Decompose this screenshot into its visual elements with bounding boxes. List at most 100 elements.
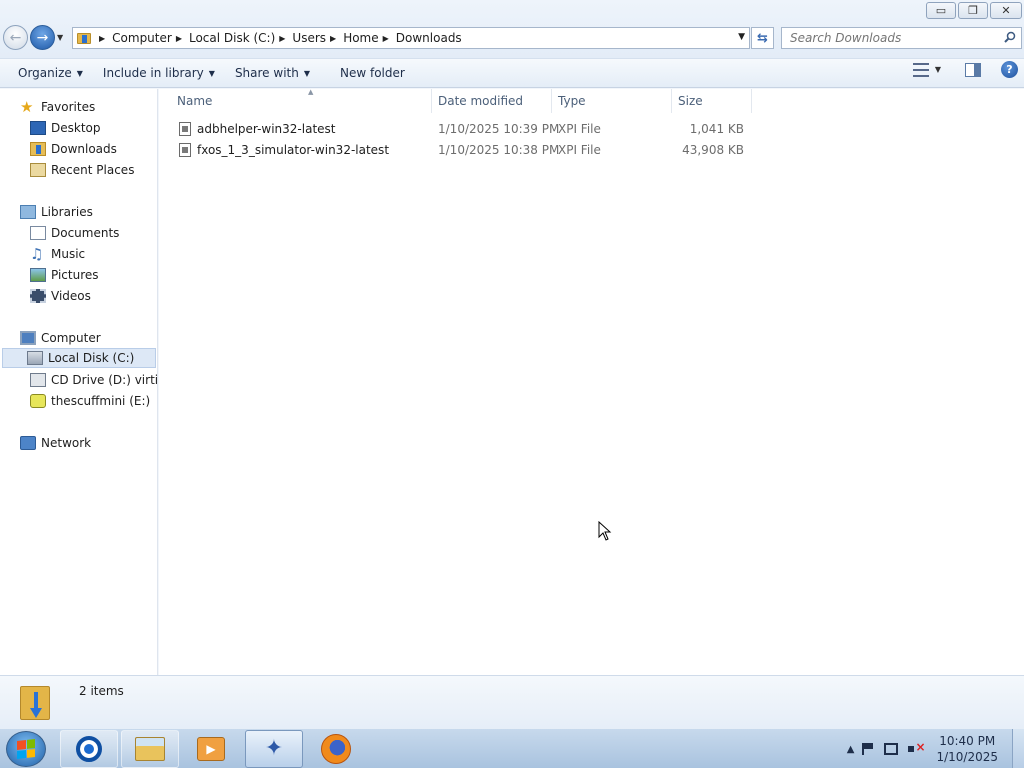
nav-downloads[interactable]: Downloads <box>30 139 117 159</box>
file-name-cell: adbhelper-win32-latest <box>179 119 336 139</box>
network-icon <box>20 436 36 450</box>
search-icon[interactable] <box>1004 31 1016 43</box>
nav-libraries[interactable]: Libraries <box>20 202 93 222</box>
taskbar-firefox[interactable] <box>307 730 365 768</box>
nav-label: Libraries <box>41 205 93 219</box>
back-button[interactable]: ← <box>3 25 28 50</box>
organize-button[interactable]: Organize ▼ <box>8 60 93 86</box>
network-status-icon[interactable] <box>884 743 899 755</box>
breadcrumb-computer[interactable]: Computer <box>112 28 172 48</box>
nav-favorites[interactable]: ★ Favorites <box>20 97 95 117</box>
film-strip-icon <box>30 289 46 303</box>
nav-music[interactable]: ♫ Music <box>30 244 85 264</box>
share-with-label: Share with <box>234 66 299 80</box>
recent-pages-dropdown[interactable]: ▼ <box>57 33 67 42</box>
breadcrumb-local-disk[interactable]: Local Disk (C:) <box>189 28 275 48</box>
column-header-date-modified[interactable]: Date modified <box>432 89 552 113</box>
nav-label: Local Disk (C:) <box>48 351 135 365</box>
media-player-icon: ▶ <box>197 737 225 761</box>
refresh-button[interactable]: ⇆ <box>751 27 774 49</box>
taskbar-chrome[interactable] <box>60 730 118 768</box>
breadcrumb-chevron[interactable]: ▶ <box>275 34 292 43</box>
file-row[interactable]: adbhelper-win32-latest 1/10/2025 10:39 P… <box>173 119 753 139</box>
nav-label: Music <box>51 247 86 261</box>
taskbar-explorer[interactable] <box>121 730 179 768</box>
nav-label: Videos <box>51 289 91 303</box>
system-tray: ▲ 10:40 PM 1/10/2025 <box>847 729 1024 768</box>
navigation-pane: ★ Favorites Desktop Downloads Recent Plac… <box>0 89 158 675</box>
libraries-icon <box>20 205 36 219</box>
change-view-icon[interactable] <box>912 62 929 77</box>
forward-button[interactable]: → <box>30 25 55 50</box>
nav-label: Network <box>41 436 92 450</box>
nav-local-disk[interactable]: Local Disk (C:) <box>2 348 156 368</box>
breadcrumb-chevron[interactable]: ▶ <box>379 34 396 43</box>
xpi-file-icon <box>179 143 191 157</box>
help-icon[interactable]: ? <box>1001 61 1018 78</box>
downloads-folder-icon <box>20 682 54 722</box>
xpi-file-icon <box>179 122 191 136</box>
desktop-icon <box>30 121 46 135</box>
column-header-type[interactable]: Type <box>552 89 672 113</box>
breadcrumb-home[interactable]: Home <box>343 28 378 48</box>
start-button[interactable] <box>6 731 46 767</box>
chevron-down-icon: ▼ <box>303 68 310 78</box>
nav-pictures[interactable]: Pictures <box>30 265 99 285</box>
nav-usb-drive[interactable]: thescuffmini (E:) <box>30 391 150 411</box>
volume-muted-icon[interactable] <box>908 740 926 755</box>
clock-date: 1/10/2025 <box>936 750 998 764</box>
close-button[interactable]: ✕ <box>990 2 1022 19</box>
address-bar[interactable]: ▶ Computer ▶ Local Disk (C:) ▶ Users ▶ H… <box>72 27 750 49</box>
file-size: 43,908 KB <box>682 143 744 157</box>
usb-drive-icon <box>30 394 46 408</box>
address-history-dropdown[interactable]: ▼ <box>738 32 745 42</box>
file-name: fxos_1_3_simulator-win32-latest <box>197 143 390 157</box>
breadcrumb-downloads[interactable]: Downloads <box>396 28 462 48</box>
breadcrumb-users[interactable]: Users <box>292 28 326 48</box>
nav-cd-drive[interactable]: CD Drive (D:) virtio-w <box>30 370 158 390</box>
file-row[interactable]: fxos_1_3_simulator-win32-latest 1/10/202… <box>173 140 753 160</box>
view-options-chevron-icon[interactable]: ▼ <box>935 65 941 74</box>
nav-documents[interactable]: Documents <box>30 223 119 243</box>
file-list: Name ▲ Date modified Type Size adbhelper… <box>159 88 1024 675</box>
nav-network[interactable]: Network <box>20 433 91 453</box>
nav-label: thescuffmini (E:) <box>51 394 151 408</box>
system-clock[interactable]: 10:40 PM 1/10/2025 <box>936 733 998 765</box>
new-folder-button[interactable]: New folder <box>330 60 415 86</box>
nav-videos[interactable]: Videos <box>30 286 91 306</box>
breadcrumb-root-chevron[interactable]: ▶ <box>95 34 112 43</box>
include-in-library-button[interactable]: Include in library ▼ <box>93 60 225 86</box>
chevron-down-icon: ▼ <box>76 68 83 78</box>
breadcrumb-chevron[interactable]: ▶ <box>172 34 189 43</box>
search-input[interactable] <box>790 31 1000 45</box>
nav-desktop[interactable]: Desktop <box>30 118 101 138</box>
nav-recent-places[interactable]: Recent Places <box>30 160 134 180</box>
taskbar-media-player[interactable]: ▶ <box>182 730 240 768</box>
command-bar: Organize ▼ Include in library ▼ Share with… <box>0 58 1024 88</box>
cd-drive-icon <box>30 373 46 387</box>
column-header-size[interactable]: Size <box>672 89 752 113</box>
minimize-button[interactable]: ▭ <box>926 2 956 19</box>
action-center-flag-icon[interactable] <box>862 743 874 755</box>
details-pane: 2 items <box>0 675 1024 728</box>
nav-label: CD Drive (D:) virtio-w <box>51 373 158 387</box>
show-hidden-icons-icon[interactable]: ▲ <box>847 744 855 755</box>
refresh-icon: ⇆ <box>757 30 768 46</box>
taskbar-active-app[interactable]: ✦ <box>245 730 303 768</box>
search-box[interactable] <box>781 27 1022 49</box>
file-size: 1,041 KB <box>689 122 744 136</box>
breadcrumb-chevron[interactable]: ▶ <box>326 34 343 43</box>
show-desktop-button[interactable] <box>1012 729 1024 768</box>
share-with-button[interactable]: Share with ▼ <box>225 60 320 86</box>
column-size-label: Size <box>678 94 703 108</box>
organize-label: Organize <box>18 66 72 80</box>
column-header-name[interactable]: Name ▲ <box>171 88 432 113</box>
file-type: XPI File <box>558 143 601 157</box>
restore-button[interactable]: ❐ <box>958 2 988 19</box>
preview-pane-icon[interactable] <box>965 62 981 77</box>
nav-label: Documents <box>51 226 120 240</box>
nav-computer[interactable]: Computer <box>20 328 101 348</box>
star-icon: ★ <box>20 98 34 116</box>
navigation-buttons: ← → ▼ <box>3 25 67 50</box>
nav-label: Pictures <box>51 268 99 282</box>
